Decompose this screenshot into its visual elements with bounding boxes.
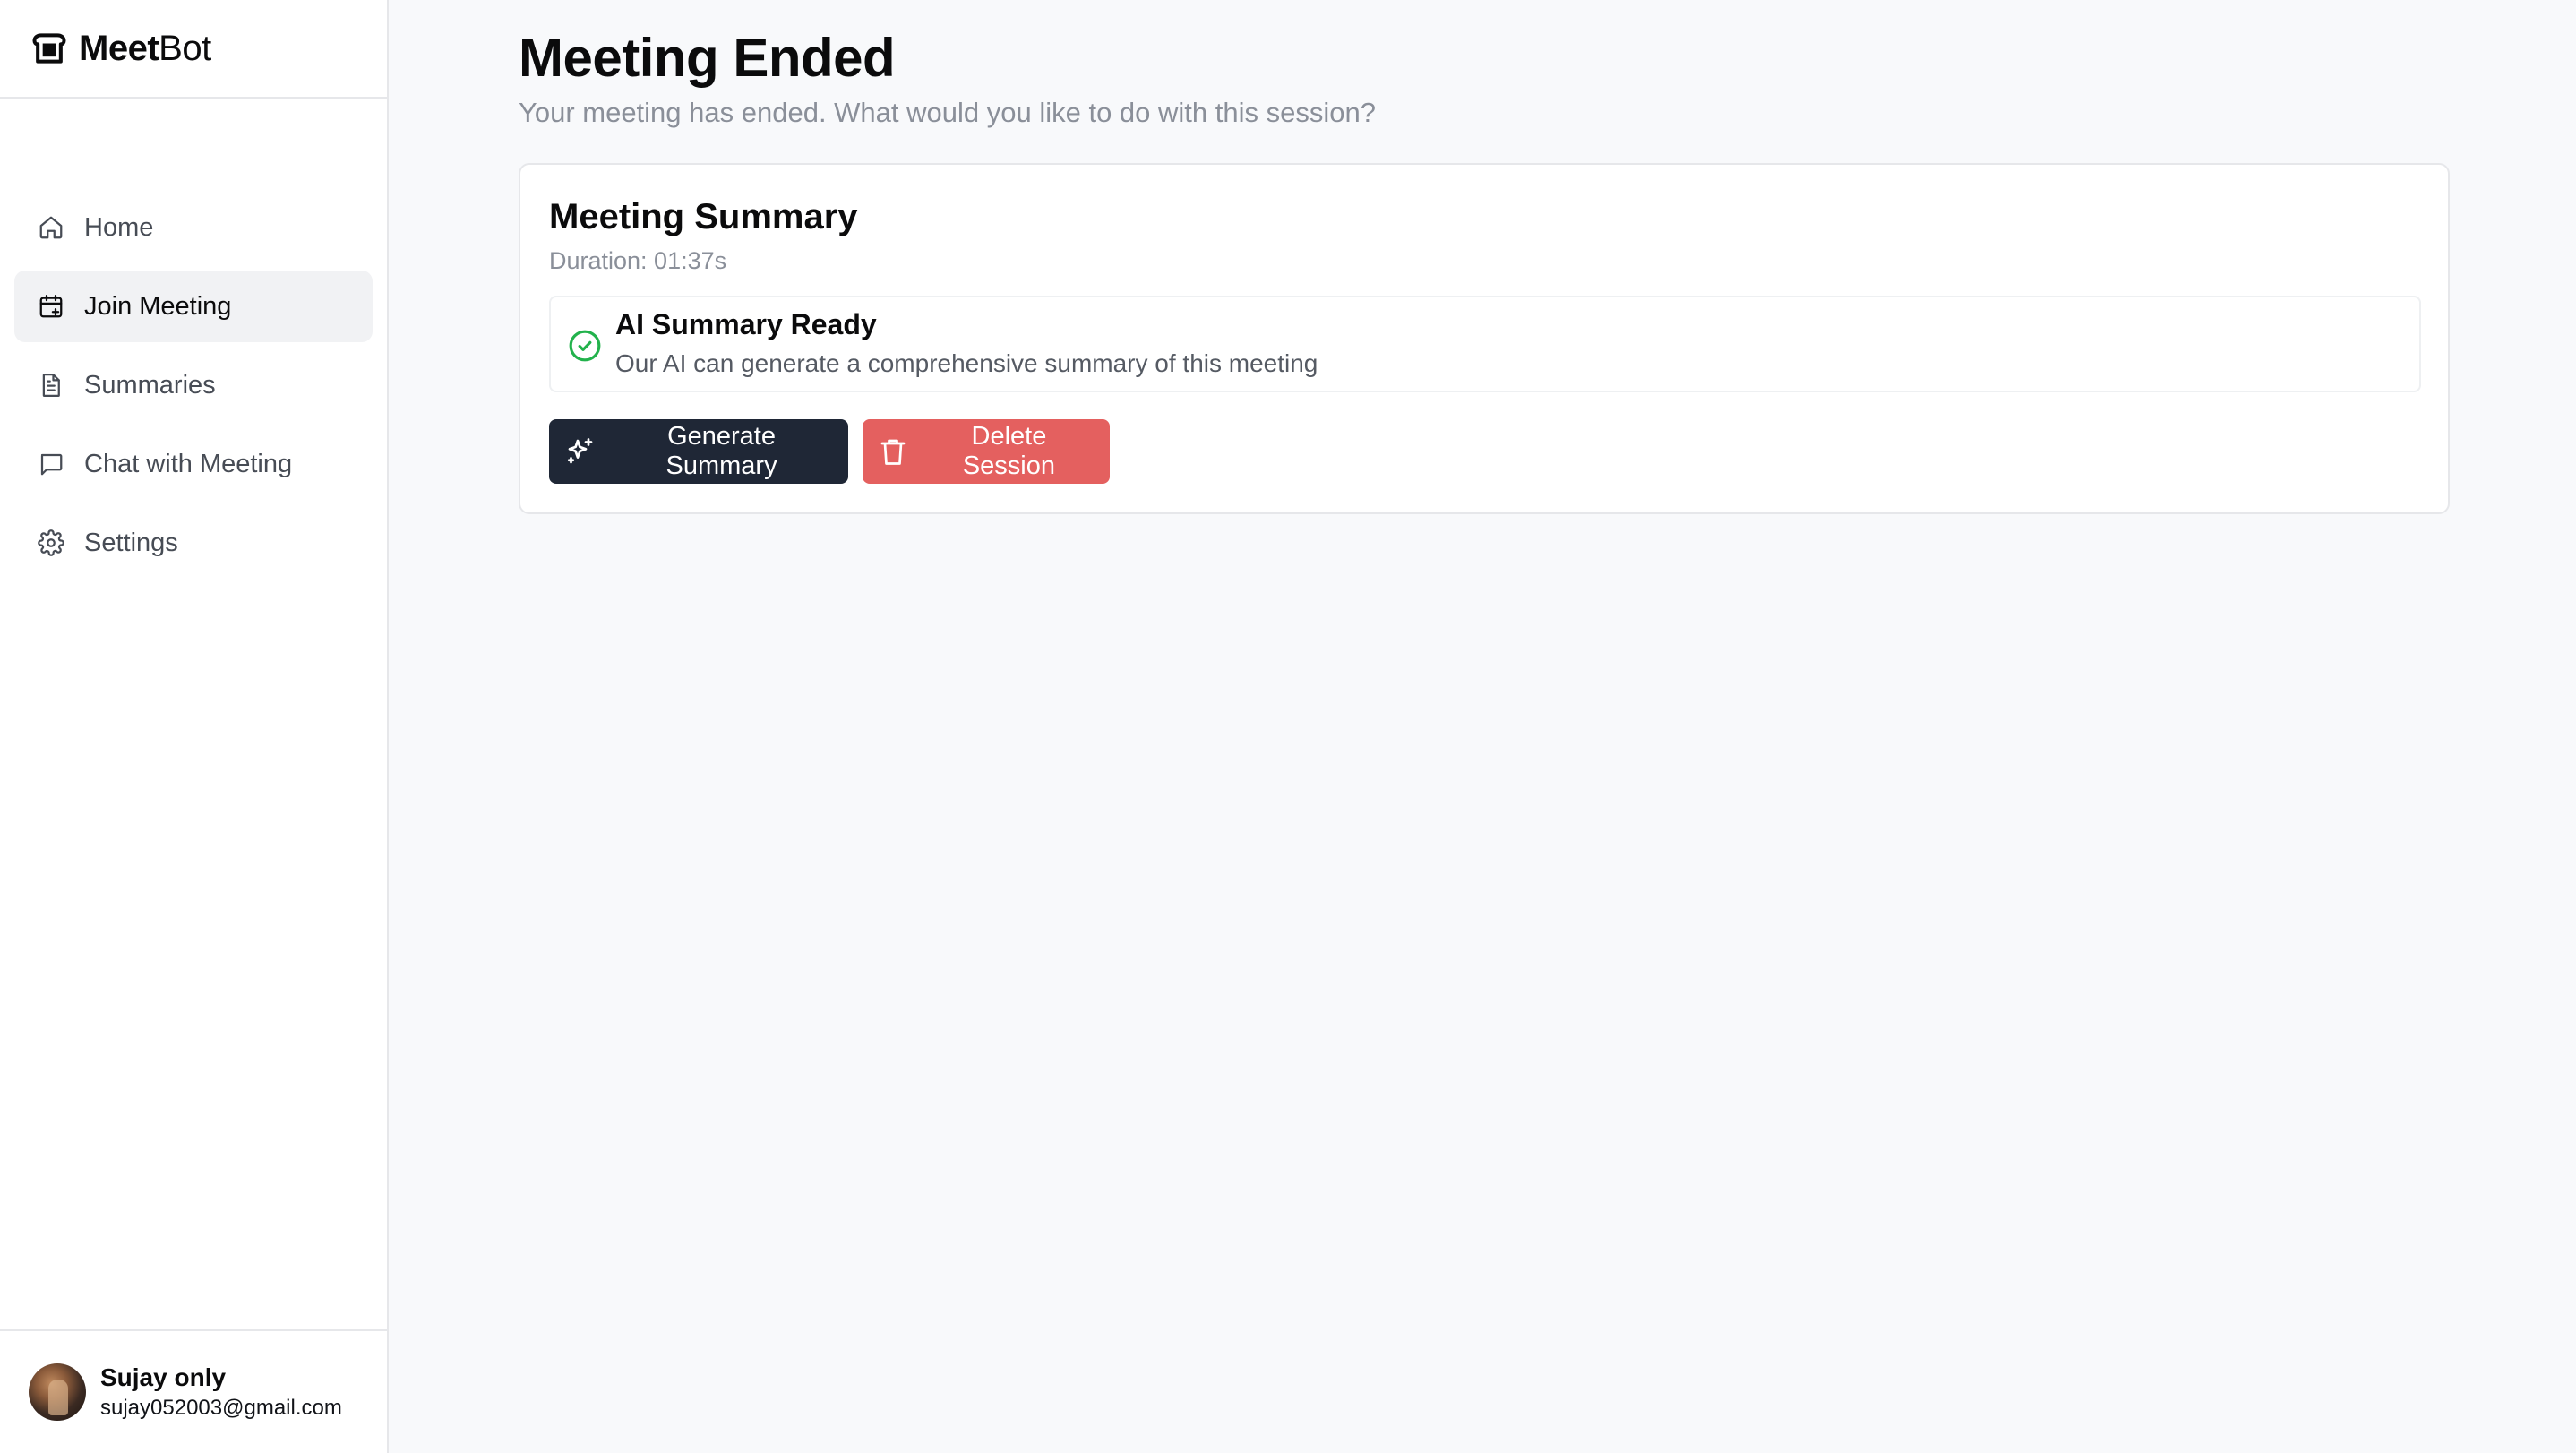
page-subtitle: Your meeting has ended. What would you l…	[519, 97, 1376, 128]
chat-bubble-icon	[36, 449, 66, 479]
brand-name: MeetBot	[79, 28, 211, 68]
sidebar: MeetBot Home Join Meeting Summaries Chat…	[0, 0, 389, 1453]
status-description: Our AI can generate a comprehensive summ…	[615, 349, 1318, 377]
status-title: AI Summary Ready	[615, 308, 877, 340]
meeting-duration: Duration: 01:37s	[549, 247, 727, 274]
user-profile[interactable]: Sujay only sujay052003@gmail.com	[0, 1329, 387, 1453]
check-circle-icon	[567, 328, 603, 364]
sidebar-item-chat-with-meeting[interactable]: Chat with Meeting	[14, 428, 373, 500]
sparkles-icon	[563, 434, 597, 469]
sidebar-item-label: Chat with Meeting	[84, 449, 293, 478]
trash-icon	[877, 434, 910, 469]
generate-summary-button[interactable]: Generate Summary	[549, 419, 848, 484]
sidebar-item-label: Join Meeting	[84, 291, 232, 321]
ai-summary-status: AI Summary Ready Our AI can generate a c…	[549, 296, 2421, 392]
card-title: Meeting Summary	[549, 197, 858, 236]
bread-icon	[29, 28, 70, 69]
sidebar-item-settings[interactable]: Settings	[14, 507, 373, 579]
calendar-plus-icon	[36, 291, 66, 322]
home-icon	[36, 212, 66, 243]
avatar	[29, 1363, 86, 1421]
user-name: Sujay only	[100, 1363, 227, 1391]
sidebar-item-join-meeting[interactable]: Join Meeting	[14, 271, 373, 342]
sidebar-item-label: Home	[84, 212, 154, 242]
meeting-summary-card: Meeting Summary Duration: 01:37s AI Summ…	[519, 163, 2450, 514]
document-icon	[36, 370, 66, 400]
brand[interactable]: MeetBot	[0, 0, 387, 99]
page-title: Meeting Ended	[519, 28, 896, 88]
app-root: MeetBot Home Join Meeting Summaries Chat…	[0, 0, 2576, 1453]
sidebar-item-label: Settings	[84, 528, 178, 557]
sidebar-item-summaries[interactable]: Summaries	[14, 349, 373, 421]
main-content: Meeting Ended Your meeting has ended. Wh…	[389, 0, 2576, 1453]
generate-summary-label: Generate Summary	[665, 422, 777, 480]
sidebar-item-home[interactable]: Home	[14, 192, 373, 263]
delete-session-button[interactable]: Delete Session	[863, 419, 1110, 484]
user-info: Sujay only sujay052003@gmail.com	[100, 1362, 342, 1423]
delete-session-label: Delete Session	[962, 422, 1055, 480]
gear-icon	[36, 528, 66, 558]
sidebar-item-label: Summaries	[84, 370, 216, 400]
sidebar-nav: Home Join Meeting Summaries Chat with Me…	[0, 99, 387, 1329]
user-email: sujay052003@gmail.com	[100, 1396, 342, 1420]
